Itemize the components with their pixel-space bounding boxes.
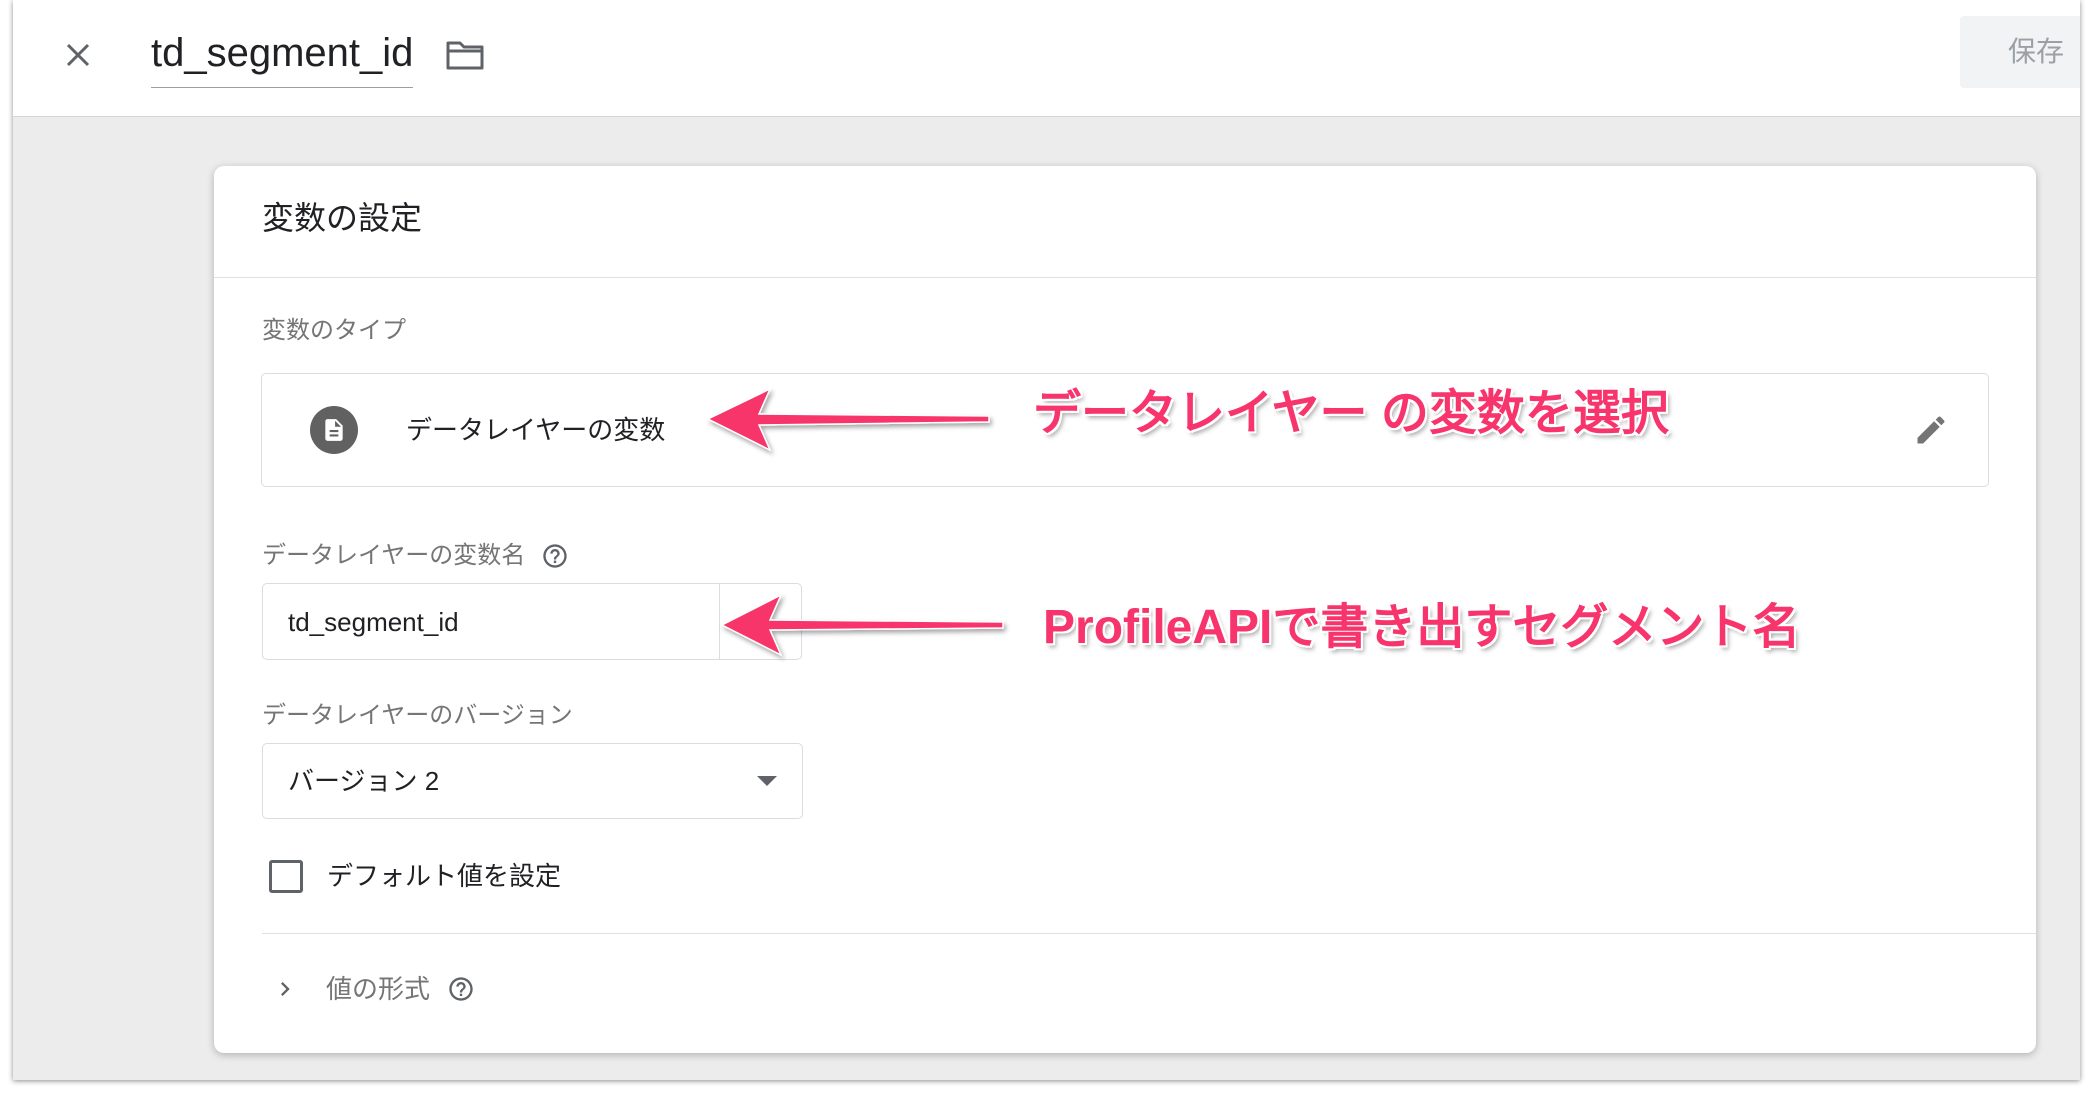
document-icon-glyph	[325, 419, 343, 441]
variable-type-label: 変数のタイプ	[262, 317, 406, 344]
variable-name-field[interactable]: td_segment_id	[262, 583, 802, 660]
annotation-segment-name: ProfileAPIで書き出すセグメント名	[1043, 601, 1801, 654]
variable-type-name: データレイヤーの変数	[406, 415, 666, 445]
variable-name-label: データレイヤーの変数名	[262, 542, 526, 569]
save-button[interactable]: 保存	[1960, 16, 2080, 88]
default-value-label[interactable]: デフォルト値を設定	[327, 857, 561, 895]
card-header-divider	[214, 277, 2036, 278]
variable-picker-button[interactable]	[719, 584, 803, 659]
variable-name-label-row: データレイヤーの変数名	[262, 539, 569, 573]
editor-window: td_segment_id 保存 変数の設定 変数のタイプ データレイヤーの変数…	[13, 0, 2080, 1080]
pencil-icon[interactable]	[1913, 412, 1949, 448]
chevron-right-icon[interactable]	[271, 975, 299, 1003]
variable-name-value[interactable]: td_segment_id	[288, 603, 459, 641]
section-divider	[262, 933, 2036, 934]
version-label: データレイヤーのバージョン	[262, 702, 573, 729]
annotation-select-type: データレイヤー の変数を選択	[1033, 387, 1669, 440]
default-value-checkbox[interactable]	[269, 860, 303, 893]
dropdown-arrow-icon	[757, 776, 777, 786]
card-title: 変数の設定	[262, 200, 423, 236]
header-bar: td_segment_id 保存	[13, 0, 2080, 117]
version-selected-value: バージョン 2	[288, 766, 440, 796]
help-icon[interactable]	[541, 542, 569, 570]
value-format-label[interactable]: 値の形式	[326, 971, 430, 1007]
folder-icon[interactable]	[445, 39, 485, 71]
version-select[interactable]: バージョン 2	[262, 743, 803, 819]
help-icon[interactable]	[447, 975, 475, 1003]
variable-title-input[interactable]: td_segment_id	[151, 28, 414, 88]
value-format-toggle[interactable]: 値の形式	[271, 966, 475, 1012]
document-icon	[310, 406, 358, 454]
close-icon[interactable]	[62, 39, 94, 71]
